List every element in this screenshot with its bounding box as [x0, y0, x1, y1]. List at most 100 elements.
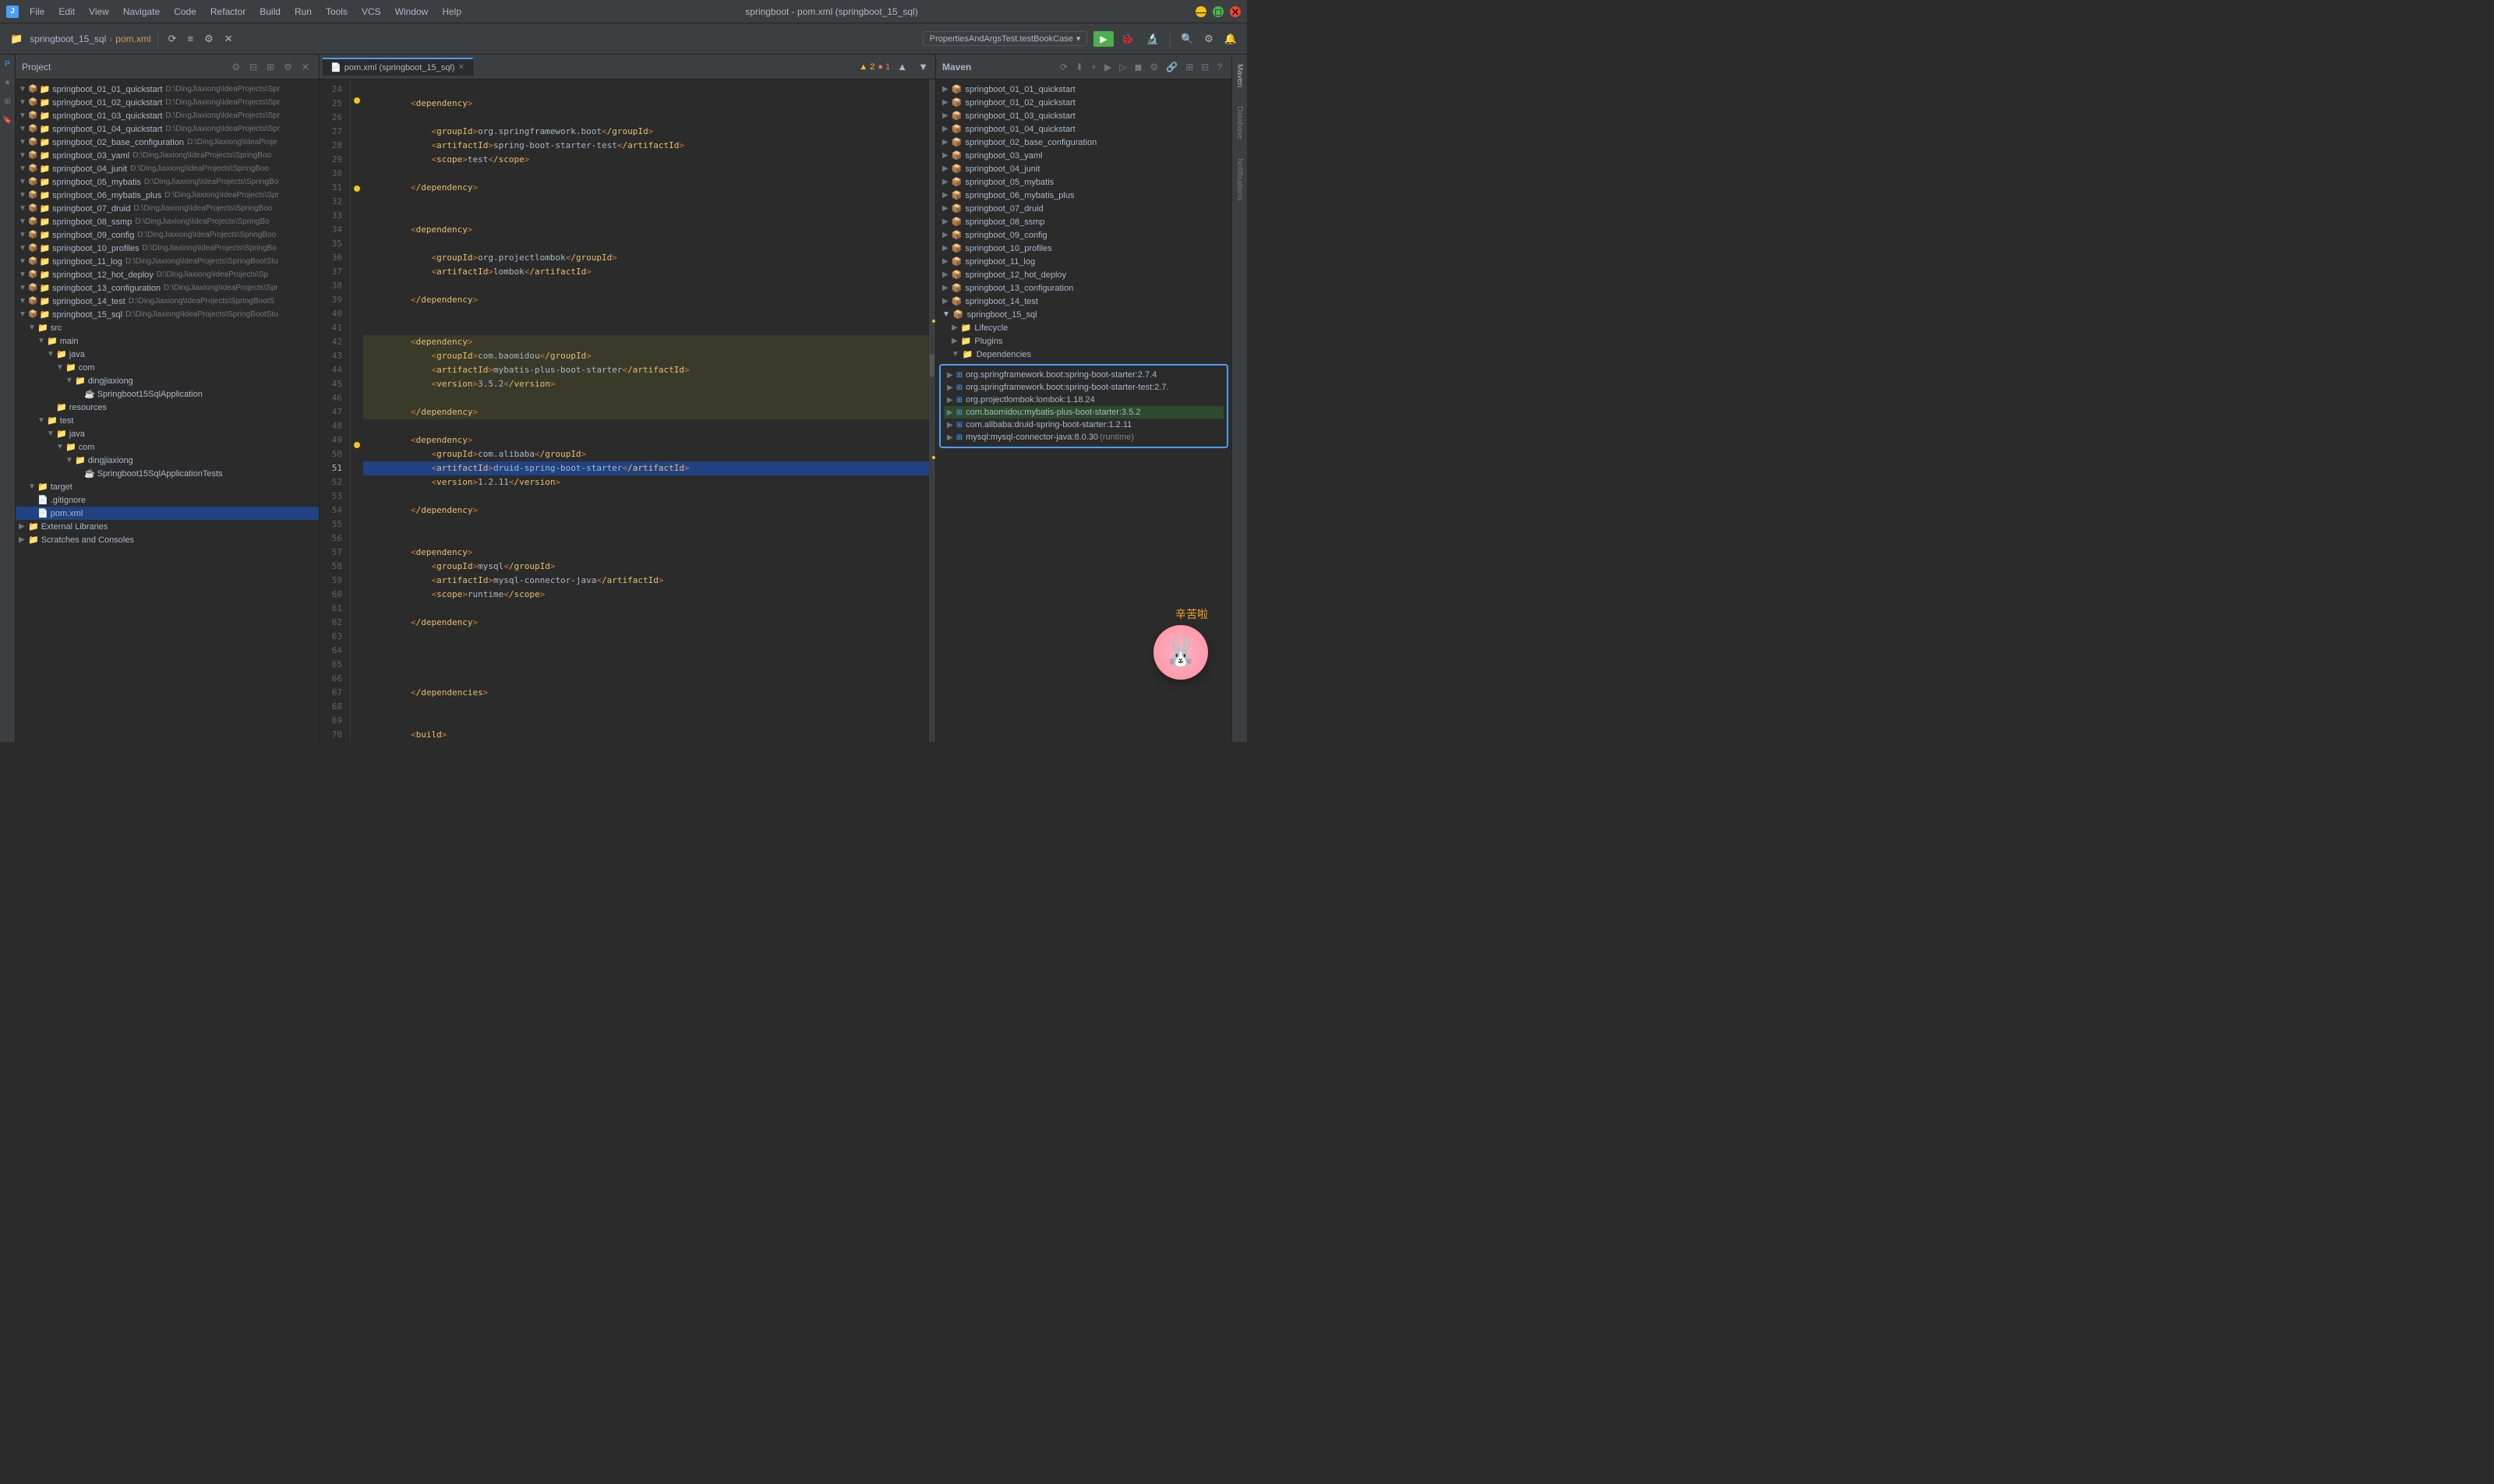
project-collapse-btn[interactable]: ⊟ — [246, 60, 260, 74]
tree-item[interactable]: 📄pom.xml — [16, 507, 319, 520]
tree-item[interactable]: ▼📦📁springboot_06_mybatis_plusD:\DingJiax… — [16, 189, 319, 202]
code-line[interactable] — [363, 111, 929, 125]
menu-help[interactable]: Help — [436, 5, 468, 19]
maven-project-item[interactable]: ▶📦springboot_08_ssmp — [936, 215, 1231, 228]
tab-close-btn[interactable]: ✕ — [458, 63, 465, 72]
code-line[interactable]: <groupId>mysql</groupId> — [363, 560, 929, 574]
code-line[interactable] — [363, 419, 929, 433]
code-line[interactable]: <artifactId>lombok</artifactId> — [363, 265, 929, 279]
tree-item[interactable]: ▼📦📁springboot_10_profilesD:\DingJiaxiong… — [16, 242, 319, 255]
project-dropdown-button[interactable]: 📁 — [6, 30, 26, 48]
tree-item[interactable]: ▼📁com — [16, 440, 319, 454]
code-line[interactable] — [363, 714, 929, 728]
tree-item[interactable]: ▼📦📁springboot_04_junitD:\DingJiaxiong\Id… — [16, 162, 319, 175]
code-line[interactable]: </dependency> — [363, 181, 929, 195]
code-content[interactable]: <dependency> <groupId>org.springframewor… — [363, 80, 929, 742]
tree-item[interactable]: ▼📦📁springboot_11_logD:\DingJiaxiong\Idea… — [16, 255, 319, 268]
bookmarks-icon[interactable]: 🔖 — [2, 114, 14, 126]
tree-item[interactable]: ▼📦📁springboot_15_sqlD:\DingJiaxiong\Idea… — [16, 308, 319, 321]
scroll-indicator[interactable] — [929, 80, 935, 742]
menu-file[interactable]: File — [23, 5, 51, 19]
maven-run-config-btn[interactable]: ▷ — [1116, 60, 1129, 74]
editor-scroll-up[interactable]: ▲ — [893, 58, 911, 75]
maven-add-btn[interactable]: + — [1088, 60, 1100, 74]
tree-item[interactable]: ☕Springboot15SqlApplication — [16, 387, 319, 401]
code-line[interactable] — [363, 644, 929, 658]
code-line[interactable]: <build> — [363, 728, 929, 742]
code-line[interactable]: <groupId>org.springframework.boot</group… — [363, 125, 929, 139]
dependency-item[interactable]: ▶⊞com.baomidou:mybatis-plus-boot-starter… — [944, 406, 1224, 419]
maven-project-item[interactable]: ▶📦springboot_01_01_quickstart — [936, 83, 1231, 96]
tree-item[interactable]: ▼📦📁springboot_08_ssmpD:\DingJiaxiong\Ide… — [16, 215, 319, 228]
dependency-item[interactable]: ▶⊞org.projectlombok:lombok:1.18.24 — [944, 394, 1224, 406]
database-label[interactable]: Database — [1234, 100, 1245, 146]
code-line[interactable]: <dependency> — [363, 335, 929, 349]
code-line[interactable]: <dependency> — [363, 223, 929, 237]
tree-item[interactable]: ▼📁src — [16, 321, 319, 334]
maven-project-item[interactable]: ▶📦springboot_13_configuration — [936, 281, 1231, 295]
code-line[interactable]: <artifactId>druid-spring-boot-starter</a… — [363, 461, 929, 475]
tree-item[interactable]: ☕Springboot15SqlApplicationTests — [16, 467, 319, 480]
maven-expand-btn[interactable]: ⊞ — [1182, 60, 1196, 74]
tree-item[interactable]: ▼📦📁springboot_14_testD:\DingJiaxiong\Ide… — [16, 295, 319, 308]
code-line[interactable] — [363, 489, 929, 504]
notifications-label[interactable]: Notifications — [1234, 152, 1245, 207]
code-line[interactable]: <scope>runtime</scope> — [363, 588, 929, 602]
tree-item[interactable]: ▼📦📁springboot_03_yamlD:\DingJiaxiong\Ide… — [16, 149, 319, 162]
window-controls[interactable]: — □ ✕ — [1196, 6, 1241, 17]
maven-collapse-btn[interactable]: ⊟ — [1198, 60, 1212, 74]
tree-item[interactable]: ▼📦📁springboot_01_04_quickstartD:\DingJia… — [16, 122, 319, 136]
settings-main-button[interactable]: ⚙ — [1200, 30, 1217, 48]
maven-project-item[interactable]: ▶📦springboot_11_log — [936, 255, 1231, 268]
tree-item[interactable]: 📄.gitignore — [16, 493, 319, 507]
maven-link-btn[interactable]: 🔗 — [1163, 60, 1181, 74]
code-line[interactable] — [363, 532, 929, 546]
maven-project-item[interactable]: ▶📦springboot_10_profiles — [936, 242, 1231, 255]
tree-item[interactable]: ▼📦📁springboot_09_configD:\DingJiaxiong\I… — [16, 228, 319, 242]
code-editor[interactable]: 2425262728293031323334353637383940414243… — [320, 80, 935, 742]
tree-item[interactable]: ▼📦📁springboot_01_02_quickstartD:\DingJia… — [16, 96, 319, 109]
project-gear-btn[interactable]: ⚙ — [281, 60, 295, 74]
menu-edit[interactable]: Edit — [52, 5, 81, 19]
maven-section-item[interactable]: ▼📁Dependencies — [936, 348, 1231, 361]
maven-label[interactable]: Maven — [1234, 58, 1245, 94]
tree-item[interactable]: ▶📁Scratches and Consoles — [16, 533, 319, 546]
tree-item[interactable]: ▼📁dingjiaxiong — [16, 454, 319, 467]
maven-project-item[interactable]: ▶📦springboot_09_config — [936, 228, 1231, 242]
maven-project-item[interactable]: ▶📦springboot_03_yaml — [936, 149, 1231, 162]
maven-download-btn[interactable]: ⬇ — [1072, 60, 1086, 74]
close-panel-button[interactable]: ✕ — [221, 30, 237, 48]
code-line[interactable] — [363, 630, 929, 644]
code-line[interactable] — [363, 321, 929, 335]
run-button[interactable]: ▶ — [1093, 31, 1113, 47]
code-line[interactable]: <scope>test</scope> — [363, 153, 929, 167]
maven-project-item[interactable]: ▶📦springboot_07_druid — [936, 202, 1231, 215]
code-line[interactable] — [363, 518, 929, 532]
maven-project-item[interactable]: ▶📦springboot_06_mybatis_plus — [936, 189, 1231, 202]
settings-button[interactable]: ⚙ — [200, 30, 217, 48]
code-line[interactable] — [363, 672, 929, 686]
code-line[interactable]: <dependency> — [363, 433, 929, 447]
code-line[interactable]: </dependency> — [363, 616, 929, 630]
tree-item[interactable]: ▼📁com — [16, 361, 319, 374]
tree-item[interactable]: ▼📁main — [16, 334, 319, 348]
maven-help-btn[interactable]: ? — [1213, 60, 1225, 74]
maven-section-item[interactable]: ▶📁Plugins — [936, 334, 1231, 348]
code-line[interactable]: </dependency> — [363, 405, 929, 419]
code-line[interactable] — [363, 700, 929, 714]
structure-icon[interactable]: ⊞ — [2, 95, 14, 108]
menu-view[interactable]: View — [83, 5, 115, 19]
maven-project-item[interactable]: ▶📦springboot_12_hot_deploy — [936, 268, 1231, 281]
project-settings-btn[interactable]: ⚙ — [228, 60, 243, 74]
menu-bar[interactable]: File Edit View Navigate Code Refactor Bu… — [23, 5, 468, 19]
maven-run-btn[interactable]: ▶ — [1101, 60, 1115, 74]
maven-project-item[interactable]: ▶📦springboot_01_03_quickstart — [936, 109, 1231, 122]
code-line[interactable]: <dependency> — [363, 97, 929, 111]
tree-item[interactable]: ▶📁External Libraries — [16, 520, 319, 533]
code-line[interactable]: <dependency> — [363, 546, 929, 560]
maven-toolbar[interactable]: ⟳ ⬇ + ▶ ▷ ◼ ⚙ 🔗 ⊞ ⊟ ? — [1057, 60, 1225, 74]
run-configuration[interactable]: PropertiesAndArgsTest.testBookCase ▾ — [923, 31, 1088, 46]
code-line[interactable]: <version>3.5.2</version> — [363, 377, 929, 391]
code-line[interactable]: <artifactId>mysql-connector-java</artifa… — [363, 574, 929, 588]
maven-refresh-btn[interactable]: ⟳ — [1057, 60, 1071, 74]
